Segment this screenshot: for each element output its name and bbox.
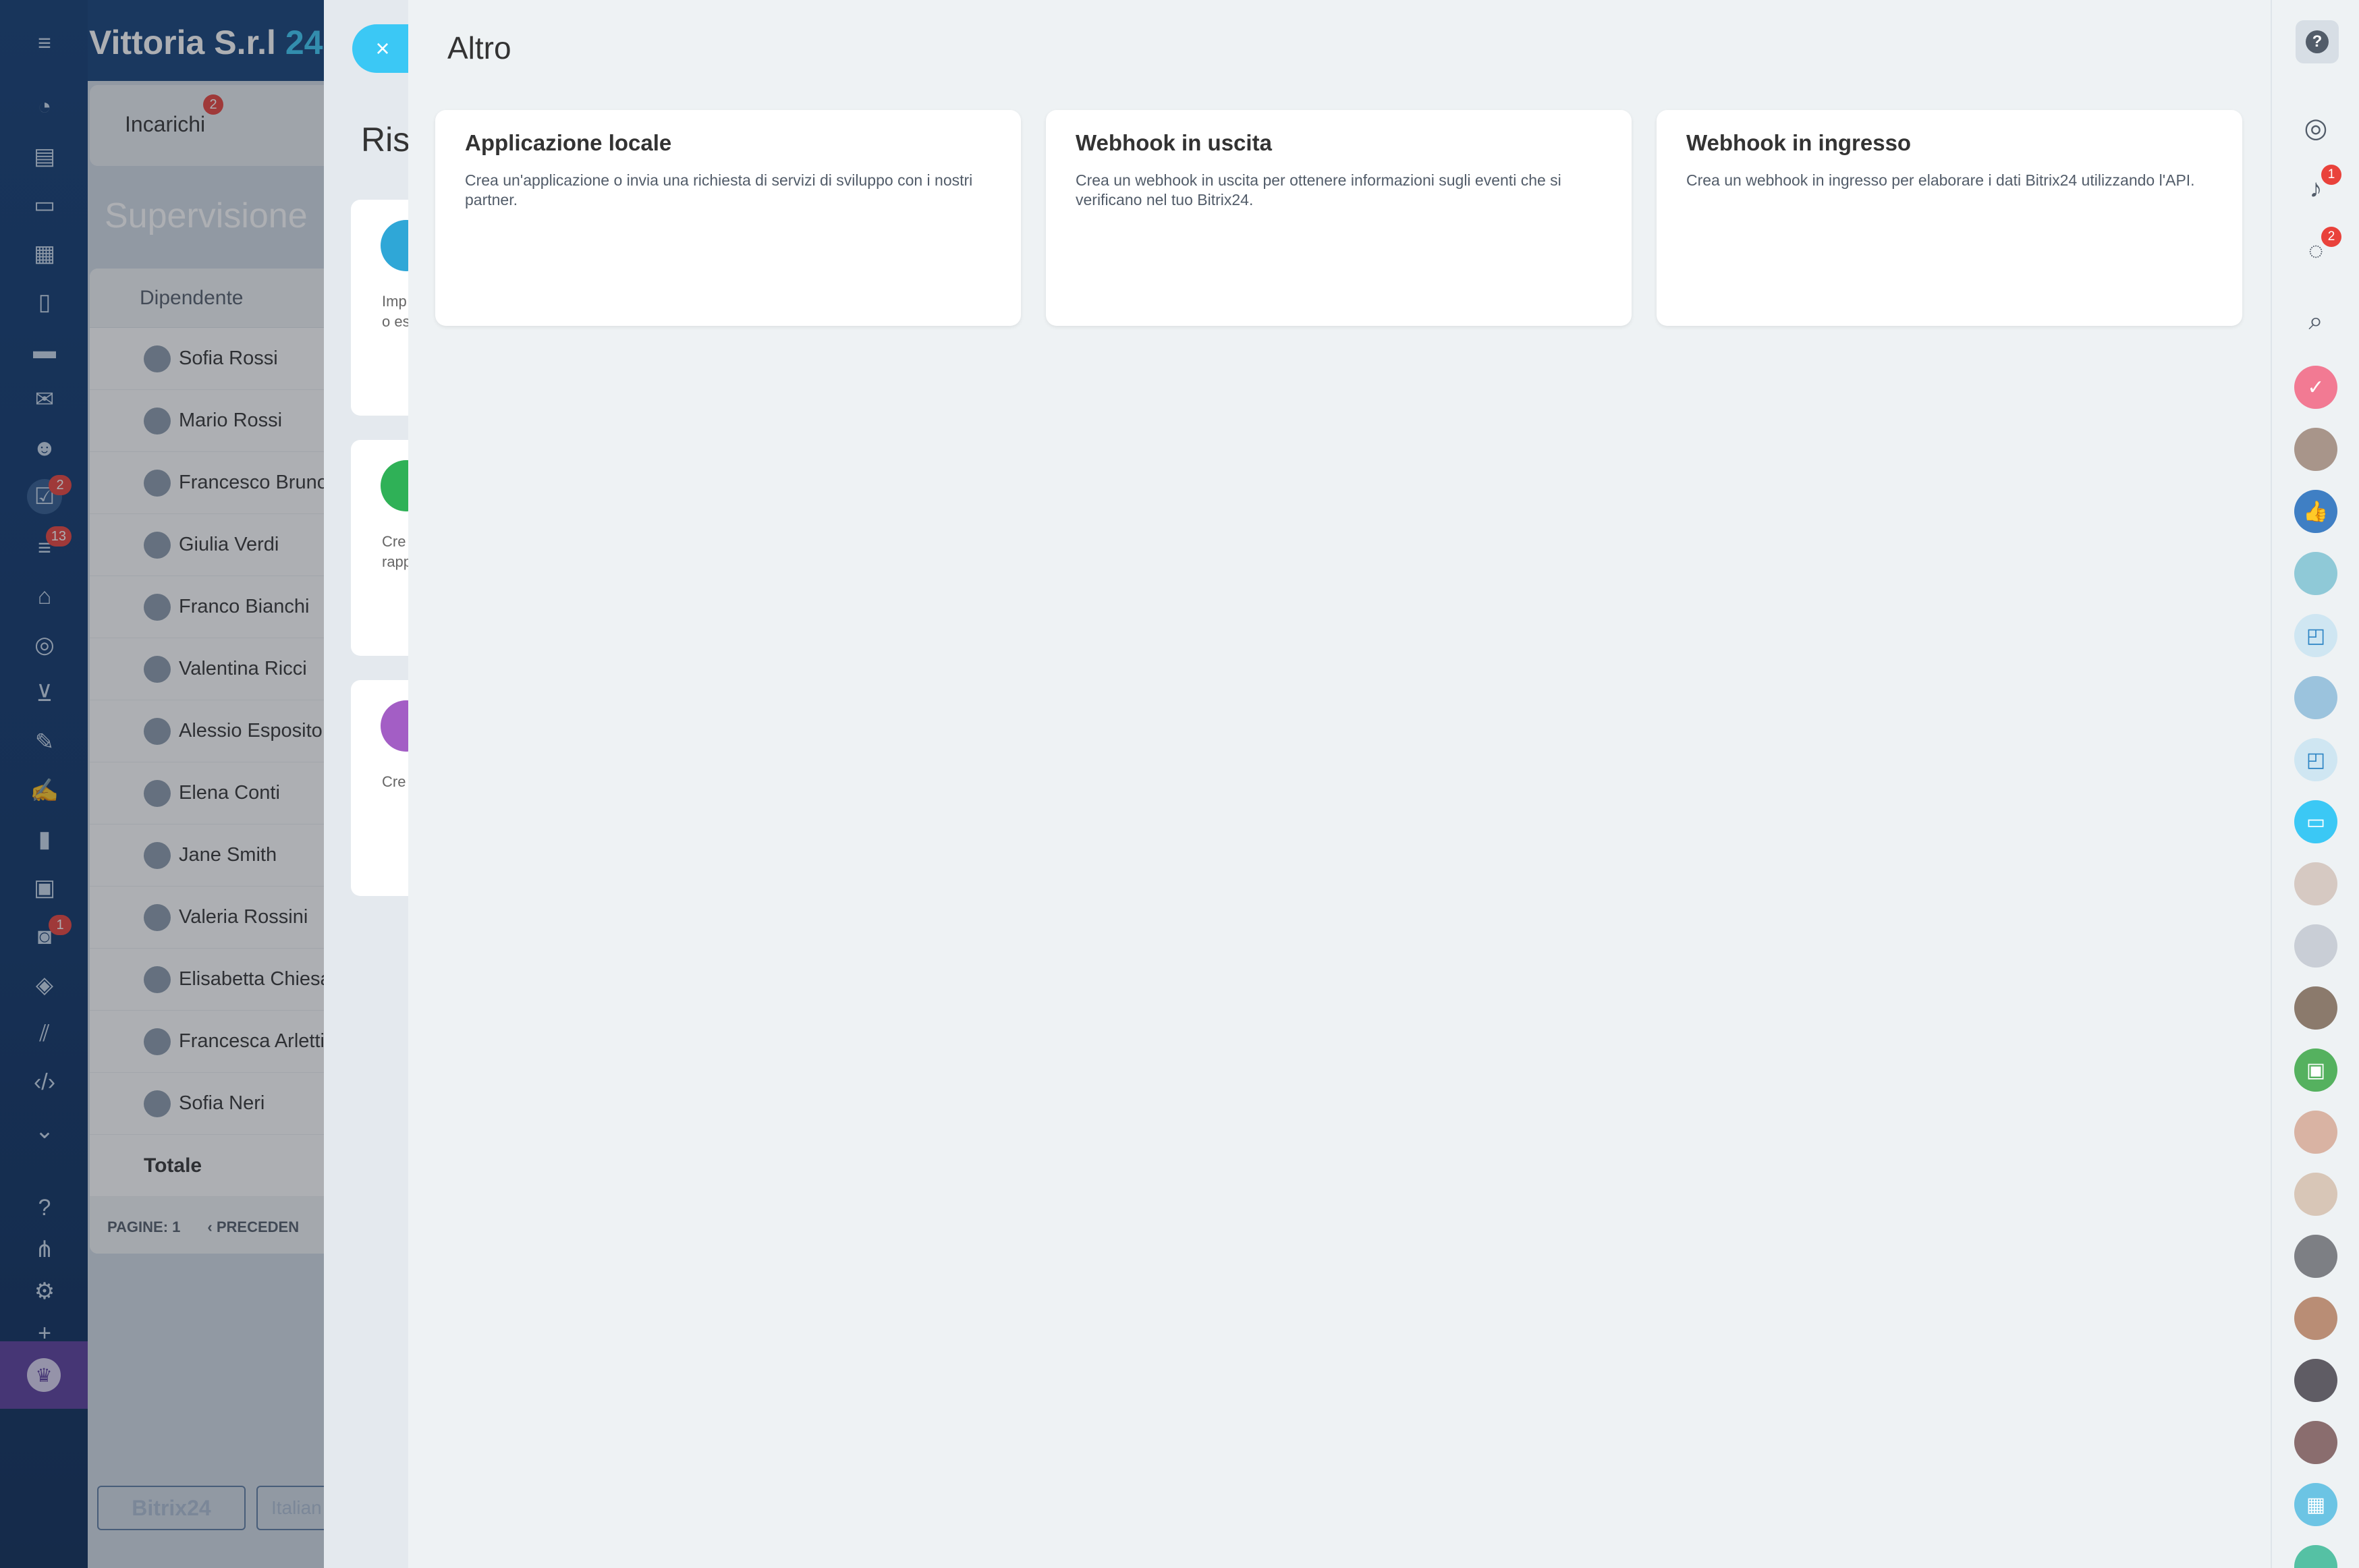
help-icon: ?	[2306, 30, 2329, 53]
close-icon: ×	[375, 34, 390, 62]
close-slider-button[interactable]: ×	[352, 24, 413, 73]
like-group-icon[interactable]: 👍	[2294, 490, 2337, 533]
outgoing-webhook-card[interactable]: Webhook in uscita Crea un webhook in usc…	[1046, 110, 1632, 326]
help-button[interactable]: ?	[2296, 20, 2339, 63]
search-icon[interactable]: ⌕	[2294, 300, 2337, 343]
card-description: Crea un webhook in ingresso per elaborar…	[1686, 171, 2195, 189]
avatar[interactable]	[2294, 862, 2337, 905]
altro-slider: Altro Applicazione locale Crea un'applic…	[408, 0, 2271, 1568]
card-text: Cre	[382, 533, 406, 550]
avatar[interactable]	[2294, 676, 2337, 719]
local-application-card[interactable]: Applicazione locale Crea un'applicazione…	[435, 110, 1021, 326]
calendar-icon[interactable]: ▦	[2294, 1483, 2337, 1526]
avatar[interactable]	[2294, 1235, 2337, 1278]
card-title: Webhook in uscita	[1076, 130, 1272, 155]
card-title: Webhook in ingresso	[1686, 130, 1912, 155]
card-description: Crea un webhook in uscita per ottenere i…	[1076, 171, 1561, 208]
card-title: Applicazione locale	[465, 130, 672, 155]
contact-card-icon[interactable]: ▣	[2294, 1048, 2337, 1092]
card-text: Imp	[382, 293, 407, 310]
avatar[interactable]	[2294, 552, 2337, 595]
card-text: Cre	[382, 773, 406, 790]
incoming-webhook-card[interactable]: Webhook in ingresso Crea un webhook in i…	[1657, 110, 2242, 326]
notifications-bell-icon[interactable]: ♪ 1	[2294, 165, 2341, 211]
avatar[interactable]	[2294, 1173, 2337, 1216]
avatar[interactable]	[2294, 428, 2337, 471]
avatar[interactable]	[2294, 1359, 2337, 1402]
right-sidebar: ? ◎ ♪ 1 ◌ 2 ⌕ ✓ 👍 ◰ ◰ ▭ ▣ ▦	[2271, 0, 2359, 1568]
avatar[interactable]	[2294, 1111, 2337, 1154]
message-bubble-icon[interactable]: ▭	[2294, 800, 2337, 843]
card-text: rapp	[382, 553, 412, 570]
copilot-icon[interactable]: ◎	[2294, 107, 2337, 150]
card-text: o es	[382, 313, 410, 330]
slider-title: Altro	[447, 30, 511, 65]
notifications-badge: 1	[2321, 165, 2341, 185]
tasks-chat-icon[interactable]: ✓	[2294, 366, 2337, 409]
avatar[interactable]	[2294, 1297, 2337, 1340]
card-description: Crea un'applicazione o invia una richies…	[465, 171, 973, 208]
group-chat-icon[interactable]: ◰	[2294, 738, 2337, 781]
resources-title: Ris	[361, 121, 410, 159]
group-chat-icon[interactable]: ◰	[2294, 614, 2337, 657]
avatar[interactable]	[2294, 986, 2337, 1030]
chat-badge: 2	[2321, 227, 2341, 247]
avatar[interactable]	[2294, 924, 2337, 968]
avatar[interactable]	[2294, 1421, 2337, 1464]
chat-bubble-icon[interactable]: ◌ 2	[2294, 227, 2341, 273]
calendar-icon[interactable]	[2294, 1545, 2337, 1568]
